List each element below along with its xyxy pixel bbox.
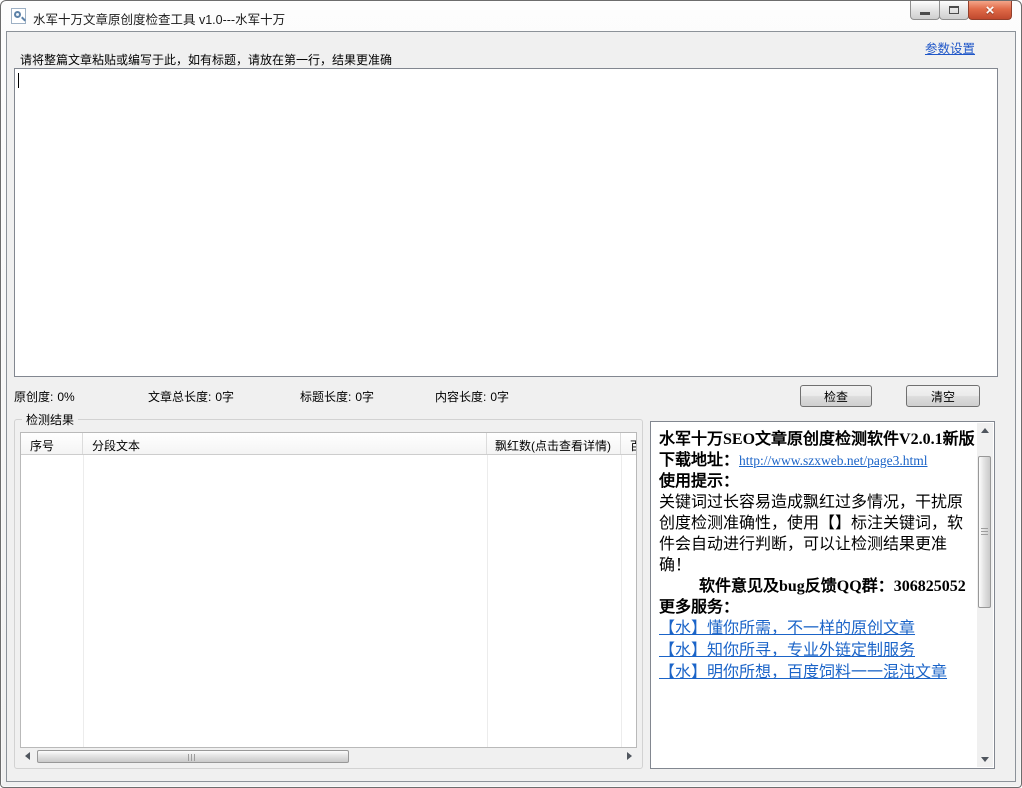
- check-button[interactable]: 检查: [800, 385, 872, 407]
- clear-button[interactable]: 清空: [906, 385, 980, 407]
- tips-text: 关键词过长容易造成飘红过多情况，干扰原创度检测准确性，使用【】标注关键词，软件会…: [659, 494, 964, 574]
- stat-originality: 原创度: 0%: [14, 388, 75, 405]
- stat-label: 标题长度:: [300, 390, 352, 404]
- magnifier-icon: [11, 8, 26, 24]
- text-caret: [18, 73, 19, 88]
- close-icon: ×: [985, 1, 995, 19]
- column-header-index[interactable]: 序号: [21, 433, 83, 454]
- vertical-scrollbar-thumb[interactable]: [978, 456, 991, 608]
- titlebar: 水军十万文章原创度检查工具 v1.0---水军十万 ×: [1, 1, 1021, 31]
- window-title: 水军十万文章原创度检查工具 v1.0---水军十万: [33, 13, 286, 27]
- column-header-segment-text[interactable]: 分段文本: [83, 433, 487, 454]
- stat-value: 0%: [57, 390, 75, 404]
- column-header-red-count[interactable]: 飘红数(点击查看详情): [487, 433, 621, 454]
- stat-value: 0字: [490, 390, 510, 404]
- scroll-down-icon[interactable]: [981, 757, 989, 762]
- column-divider: [621, 455, 622, 747]
- column-divider: [83, 455, 84, 747]
- app-window: 水军十万文章原创度检查工具 v1.0---水军十万 × 参数设置 请将整篇文章粘…: [0, 0, 1022, 788]
- info-panel: 水军十万SEO文章原创度检测软件V2.0.1新版下载地址：http://www.…: [650, 421, 995, 769]
- window-content: 参数设置 请将整篇文章粘贴或编写于此，如有标题，请放在第一行，结果更准确 原创度…: [6, 31, 1016, 782]
- horizontal-scrollbar-thumb[interactable]: [37, 750, 349, 763]
- results-table: 序号 分段文本 飘红数(点击查看详情) 百: [20, 432, 637, 748]
- column-header-truncated[interactable]: 百: [621, 433, 636, 454]
- magnifier-lens-icon: [14, 11, 21, 18]
- tips-label: 使用提示：: [659, 473, 740, 490]
- column-divider: [487, 455, 488, 747]
- service-link-baidu-feed[interactable]: 【水】明你所想，百度饲料一一混沌文章: [659, 662, 975, 684]
- editor-hint: 请将整篇文章粘贴或编写于此，如有标题，请放在第一行，结果更准确: [20, 53, 393, 67]
- article-textarea[interactable]: [14, 68, 998, 377]
- maximize-icon: [949, 6, 959, 14]
- feedback-qq-line: 软件意见及bug反馈QQ群：306825052: [699, 578, 966, 595]
- info-panel-content: 水军十万SEO文章原创度检测软件V2.0.1新版下载地址：http://www.…: [651, 422, 977, 768]
- settings-link[interactable]: 参数设置: [925, 38, 975, 57]
- scrollbar-grip-icon: [981, 528, 988, 537]
- scroll-left-icon[interactable]: [25, 752, 30, 760]
- stat-value: 0字: [215, 390, 235, 404]
- vertical-scrollbar[interactable]: [977, 423, 993, 767]
- stat-value: 0字: [355, 390, 375, 404]
- minimize-button[interactable]: [910, 1, 940, 20]
- scroll-up-icon[interactable]: [981, 428, 989, 433]
- window-controls: ×: [910, 1, 1012, 20]
- close-button[interactable]: ×: [968, 1, 1012, 20]
- stat-total-length: 文章总长度: 0字: [148, 388, 234, 405]
- stat-label: 内容长度:: [435, 390, 487, 404]
- stat-label: 原创度:: [14, 390, 54, 404]
- results-table-header: 序号 分段文本 飘红数(点击查看详情) 百: [21, 433, 636, 455]
- download-line: 水军十万SEO文章原创度检测软件V2.0.1新版下载地址：http://www.…: [659, 429, 975, 471]
- horizontal-scrollbar[interactable]: [21, 749, 636, 764]
- more-services-label: 更多服务：: [659, 599, 740, 616]
- scrollbar-grip-icon: [188, 754, 197, 761]
- results-group-label: 检测结果: [22, 411, 79, 428]
- stat-content-length: 内容长度: 0字: [435, 388, 509, 405]
- magnifier-handle-icon: [21, 16, 26, 22]
- maximize-button[interactable]: [939, 1, 969, 20]
- minimize-icon: [920, 11, 930, 15]
- results-table-body: [21, 455, 636, 747]
- scroll-right-icon[interactable]: [627, 752, 632, 760]
- service-link-backlink-service[interactable]: 【水】知你所寻，专业外链定制服务: [659, 640, 975, 662]
- service-link-original-articles[interactable]: 【水】懂你所需，不一样的原创文章: [659, 618, 975, 640]
- stat-title-length: 标题长度: 0字: [300, 388, 374, 405]
- download-link[interactable]: http://www.szxweb.net/page3.html: [739, 453, 927, 468]
- stat-label: 文章总长度:: [148, 390, 212, 404]
